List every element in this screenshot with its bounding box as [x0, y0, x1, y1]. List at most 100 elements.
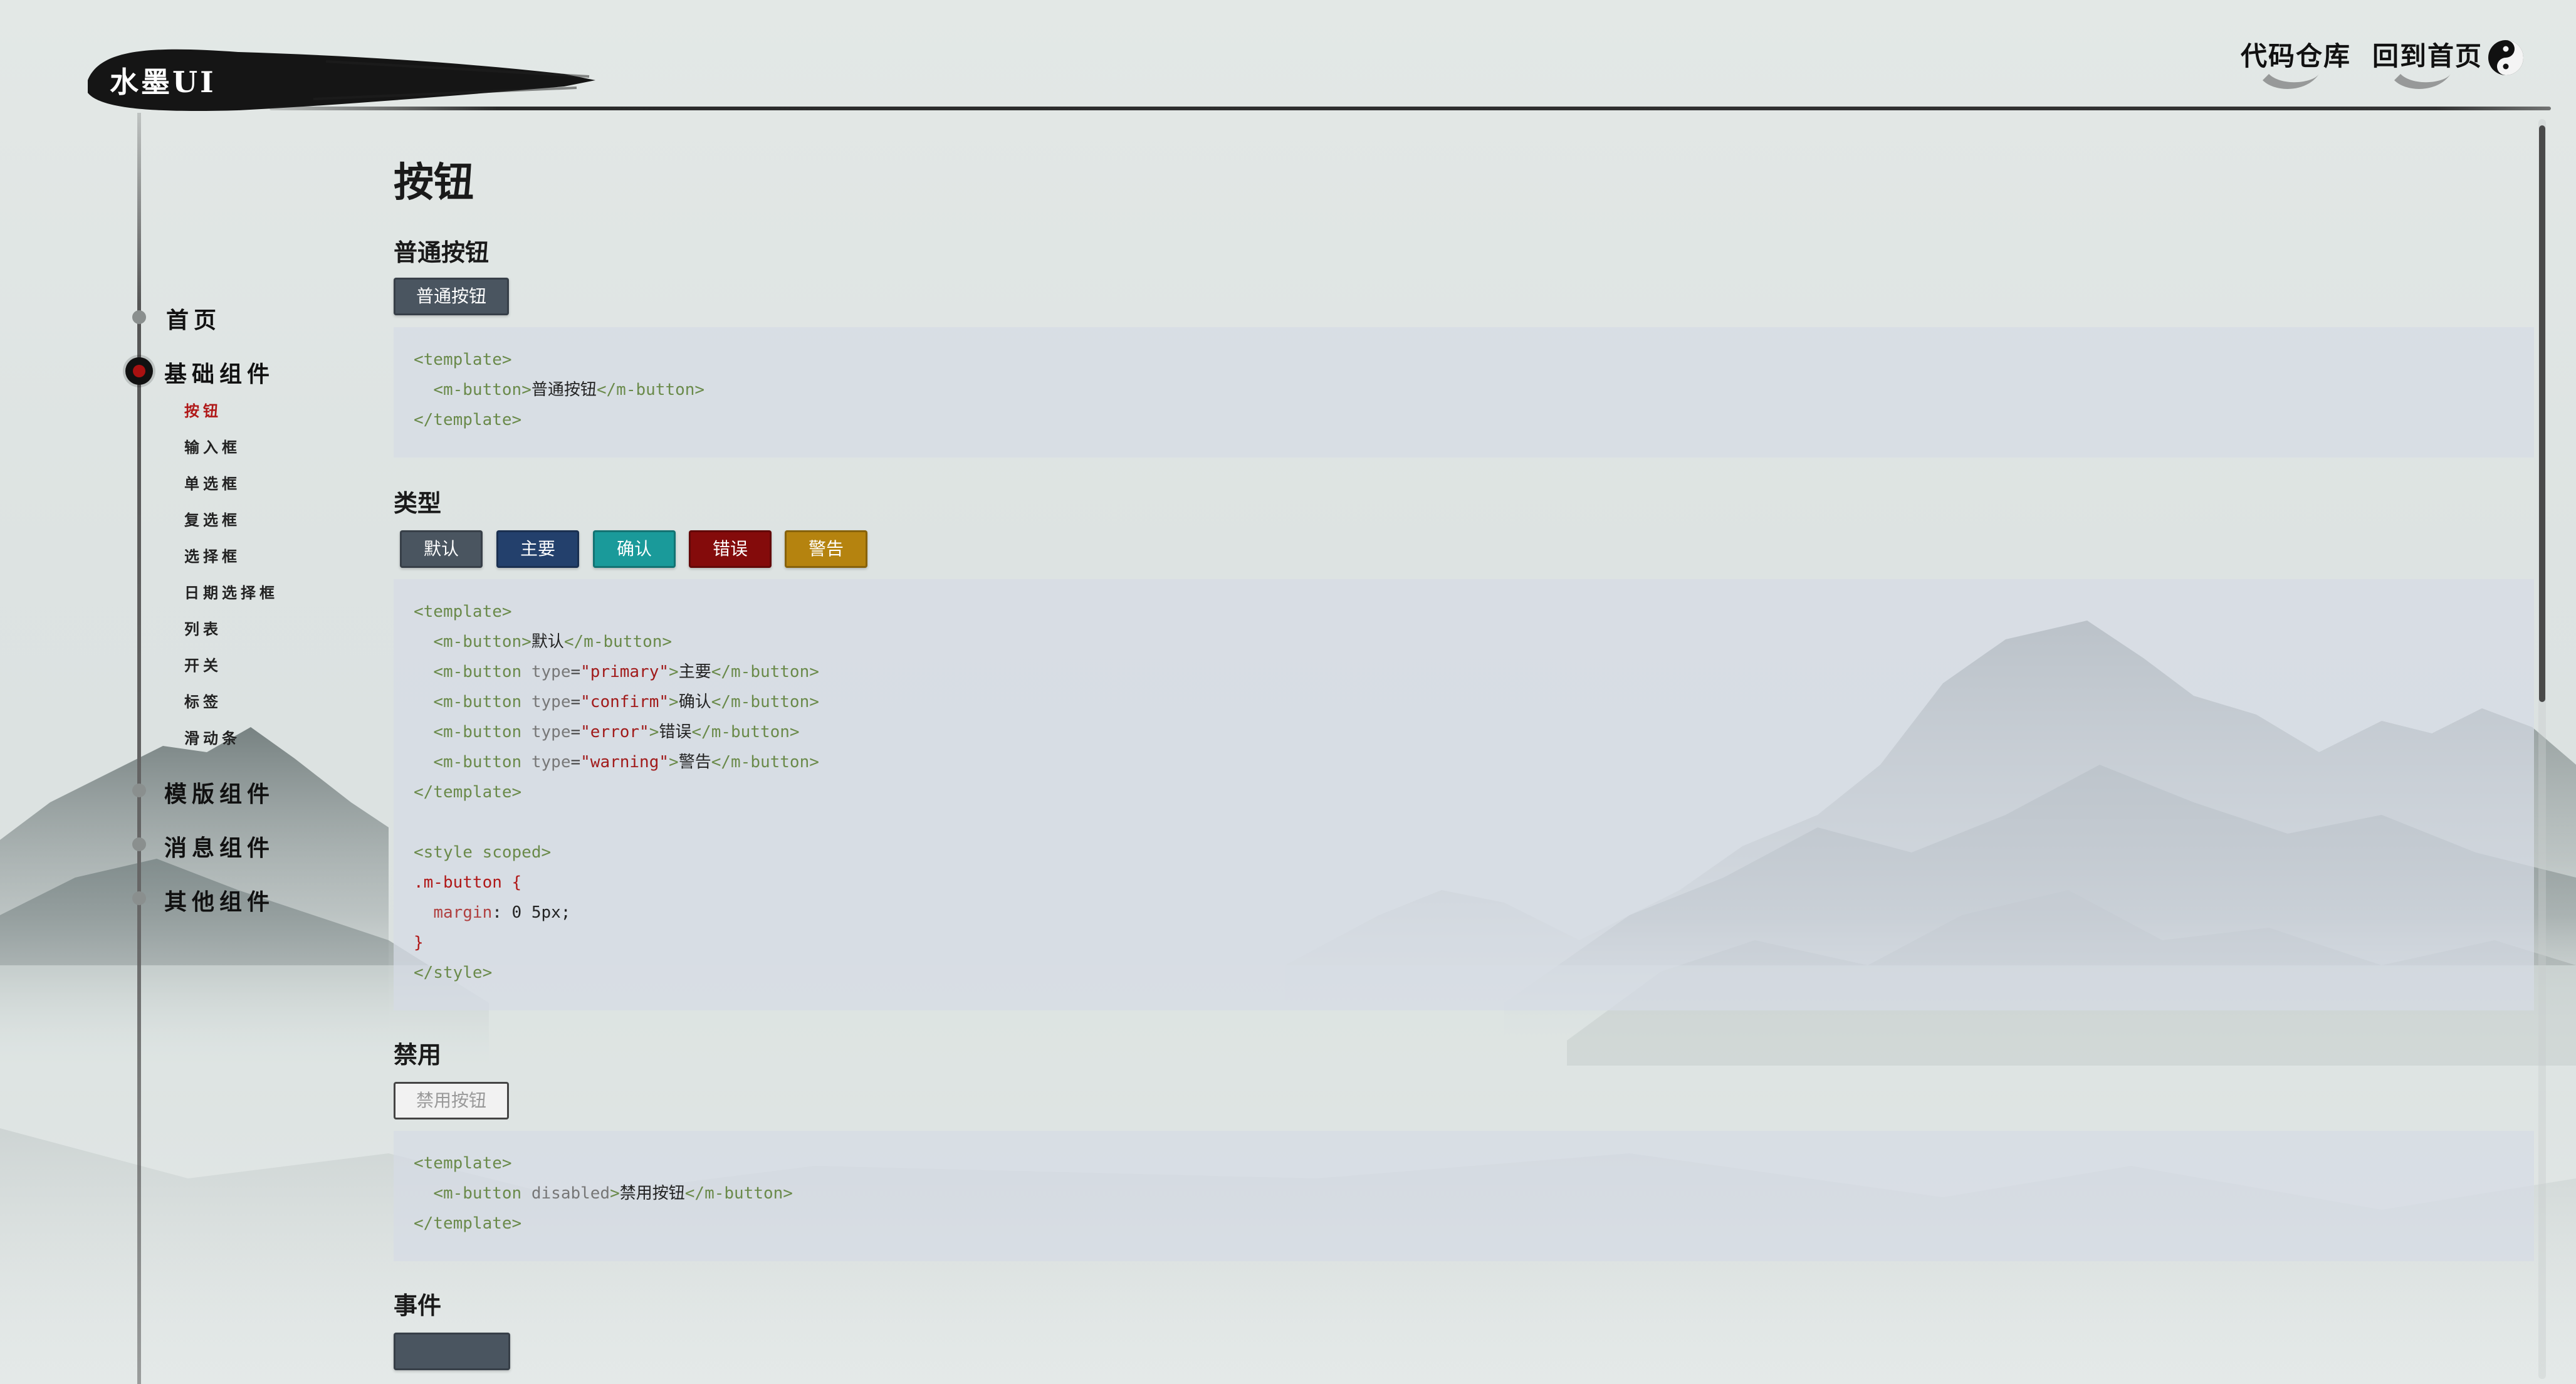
code-line: <m-button type="primary">主要</m-button>: [433, 663, 819, 681]
code-token: </m-button>: [596, 380, 705, 399]
code-block-normal: <template> <m-button>普通按钮</m-button> </t…: [394, 327, 2534, 458]
code-line: <m-button type="confirm">确认</m-button>: [433, 693, 819, 711]
code-line: </style>: [414, 958, 2514, 988]
sidebar-item-tag[interactable]: 标签: [184, 689, 222, 711]
code-token: disabled: [531, 1184, 610, 1203]
code-token: </m-button>: [711, 663, 819, 681]
code-token: 确认: [678, 693, 711, 711]
code-token: <template>: [414, 350, 512, 369]
nav-home-link[interactable]: 回到首页: [2372, 35, 2483, 73]
sidebar-group-basic[interactable]: 基础组件: [164, 356, 275, 389]
sidebar-group-message[interactable]: 消息组件: [164, 830, 275, 862]
code-token: <template>: [414, 602, 512, 621]
code-token: type: [531, 663, 571, 681]
code-token: 错误: [659, 723, 692, 742]
code-line: </template>: [414, 777, 2514, 807]
sidebar-dot-active: [125, 357, 153, 385]
primary-button[interactable]: 主要: [496, 530, 579, 568]
code-token: >: [669, 663, 679, 681]
code-token: 警告: [678, 753, 711, 772]
code-token: <m-button: [433, 723, 531, 742]
yin-yang-theme-icon[interactable]: [2487, 39, 2525, 76]
default-button[interactable]: 默认: [400, 530, 483, 568]
code-token: "error": [580, 723, 649, 742]
code-token: : 0 5px;: [492, 903, 571, 922]
page-title: 按钮: [394, 160, 474, 206]
code-token: <m-button>: [433, 380, 531, 399]
code-line: }: [414, 928, 2514, 958]
code-token: </m-button>: [684, 1184, 793, 1203]
code-line: <m-button>普通按钮</m-button>: [414, 375, 2514, 405]
code-token: </m-button>: [691, 723, 800, 742]
code-token: >: [669, 753, 679, 772]
sidebar-item-switch[interactable]: 开关: [184, 653, 222, 675]
sidebar-item-select[interactable]: 选择框: [184, 544, 241, 566]
sidebar-dot: [132, 891, 146, 905]
logo[interactable]: 水墨UI: [110, 60, 216, 101]
code-token: type: [531, 693, 571, 711]
sidebar-group-home[interactable]: 首页: [166, 302, 221, 335]
section-title-events: 事件: [394, 1292, 442, 1319]
sidebar-item-slider[interactable]: 滑动条: [184, 726, 241, 748]
sidebar-item-button[interactable]: 按钮: [184, 399, 222, 421]
confirm-button[interactable]: 确认: [593, 530, 676, 568]
code-line: <style scoped>: [414, 837, 2514, 868]
code-token: type: [531, 753, 571, 772]
code-token: <m-button: [433, 1184, 531, 1203]
code-line: <template>: [414, 597, 2514, 627]
sidebar-item-input[interactable]: 输入框: [184, 435, 241, 457]
code-token: margin: [433, 903, 493, 922]
code-token: <m-button: [433, 663, 531, 681]
code-token: </style>: [414, 963, 493, 982]
code-line: <m-button disabled>禁用按钮</m-button>: [414, 1178, 2514, 1208]
code-token: "warning": [580, 753, 669, 772]
code-line: </template>: [414, 1208, 2514, 1239]
sidebar-ink-line: [137, 113, 141, 1384]
code-token: >: [669, 693, 679, 711]
code-token: <style scoped>: [414, 843, 552, 862]
code-token: type: [531, 723, 571, 742]
event-button[interactable]: [394, 1333, 510, 1370]
sidebar-dot: [132, 310, 146, 324]
sidebar-group-other[interactable]: 其他组件: [164, 884, 275, 916]
warning-button[interactable]: 警告: [785, 530, 867, 568]
code-block-types: <template> <m-button>默认</m-button> <m-bu…: [394, 579, 2534, 1010]
code-token: 普通按钮: [531, 380, 597, 399]
code-token: <m-button: [433, 693, 531, 711]
page: 水墨UI 代码仓库 回到首页 首页 基础组件 按钮 输入框 单选框 复选框 选择…: [0, 0, 2576, 1384]
code-block-disabled: <template> <m-button disabled>禁用按钮</m-bu…: [394, 1131, 2534, 1261]
sidebar-item-checkbox[interactable]: 复选框: [184, 508, 241, 530]
error-button[interactable]: 错误: [689, 530, 772, 568]
sidebar-item-list[interactable]: 列表: [184, 617, 222, 639]
code-line: margin: 0 5px;: [414, 898, 2514, 928]
code-token: .m-button {: [414, 873, 522, 892]
scrollbar-thumb[interactable]: [2539, 125, 2545, 702]
code-token: 默认: [531, 632, 564, 651]
code-token: >: [610, 1184, 620, 1203]
code-line: <m-button>默认</m-button>: [414, 627, 2514, 657]
sidebar-dot: [132, 784, 146, 797]
normal-button[interactable]: 普通按钮: [394, 278, 510, 315]
section-title-types: 类型: [394, 490, 442, 517]
sidebar-dot: [132, 837, 146, 851]
section-title-normal: 普通按钮: [394, 239, 490, 266]
code-token: }: [414, 933, 424, 952]
code-line: <template>: [414, 345, 2514, 375]
sidebar-item-radio[interactable]: 单选框: [184, 471, 241, 493]
code-token: </template>: [414, 783, 522, 802]
section-title-disabled: 禁用: [394, 1041, 442, 1069]
header-ink-line: [270, 107, 2551, 110]
code-line: <m-button type="warning">警告</m-button>: [433, 753, 819, 772]
code-token: 主要: [678, 663, 711, 681]
sidebar-group-template[interactable]: 模版组件: [164, 776, 275, 809]
sidebar-item-datepicker[interactable]: 日期选择框: [184, 580, 278, 602]
code-token: <m-button: [433, 753, 531, 772]
nav-code-repo-link[interactable]: 代码仓库: [2241, 35, 2351, 73]
code-token: </m-button>: [711, 693, 819, 711]
code-token: </m-button>: [711, 753, 819, 772]
code-line: </template>: [414, 405, 2514, 435]
disabled-button[interactable]: 禁用按钮: [394, 1082, 510, 1119]
code-token: >: [649, 723, 659, 742]
code-line: <m-button type="error">错误</m-button>: [433, 723, 800, 742]
